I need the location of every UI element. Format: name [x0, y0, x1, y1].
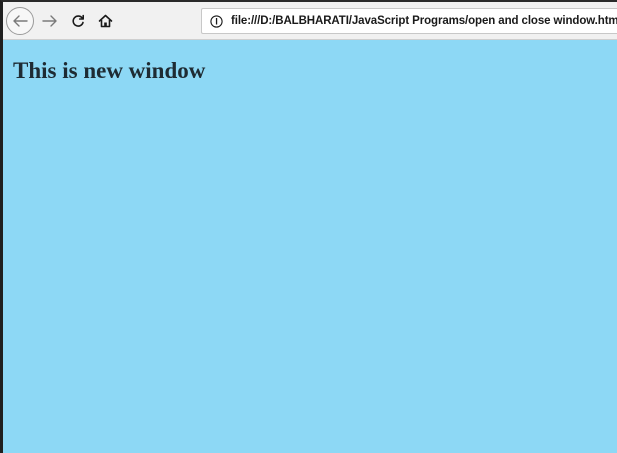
back-arrow-icon — [11, 14, 29, 28]
url-text[interactable]: file:///D:/BALBHARATI/JavaScript Program… — [231, 15, 617, 27]
page-content: This is new window — [3, 40, 617, 453]
browser-toolbar: file:///D:/BALBHARATI/JavaScript Program… — [3, 2, 617, 40]
home-button[interactable] — [94, 7, 116, 35]
browser-window: file:///D:/BALBHARATI/JavaScript Program… — [0, 0, 617, 453]
reload-icon — [71, 14, 85, 28]
home-icon — [98, 14, 113, 28]
forward-arrow-icon — [41, 14, 59, 28]
address-bar[interactable]: file:///D:/BALBHARATI/JavaScript Program… — [201, 8, 617, 34]
back-button[interactable] — [6, 7, 34, 35]
page-heading: This is new window — [13, 58, 206, 83]
info-icon[interactable] — [210, 14, 223, 28]
forward-button[interactable] — [39, 7, 61, 35]
reload-button[interactable] — [67, 7, 89, 35]
